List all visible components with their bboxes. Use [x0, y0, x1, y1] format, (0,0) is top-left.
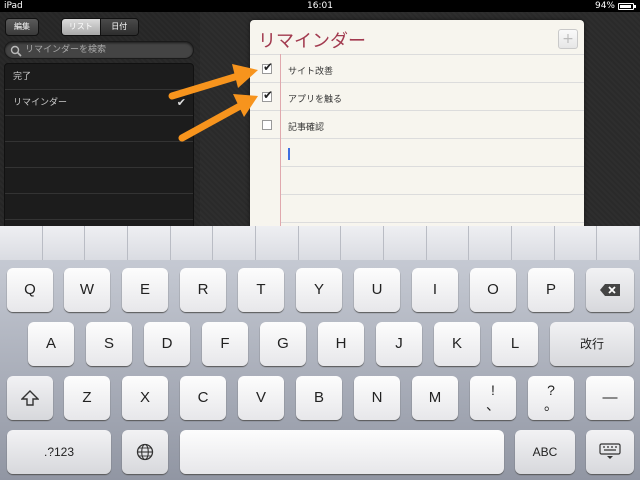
edit-button[interactable]: 編集	[5, 18, 39, 36]
margin-line	[280, 54, 281, 230]
list-item-empty	[5, 168, 193, 194]
key-q[interactable]: Q	[7, 268, 53, 312]
view-segmented-control: リスト 日付	[61, 18, 139, 36]
shift-key[interactable]	[7, 376, 53, 420]
key-j[interactable]: J	[376, 322, 422, 366]
list-item-empty	[5, 116, 193, 142]
task-text[interactable]: 記事確認	[288, 120, 324, 133]
backspace-icon	[600, 284, 620, 296]
key-dash[interactable]: —	[586, 376, 634, 420]
check-icon: ✔	[263, 88, 274, 102]
conversion-bar	[0, 226, 640, 260]
list-item-reminders[interactable]: リマインダー ✔	[5, 90, 193, 116]
search-placeholder: リマインダーを検索	[25, 45, 107, 55]
backspace-key[interactable]	[586, 268, 634, 312]
key-v[interactable]: V	[238, 376, 284, 420]
return-key[interactable]: 改行	[550, 322, 634, 366]
key-x[interactable]: X	[122, 376, 168, 420]
key-c[interactable]: C	[180, 376, 226, 420]
key-y[interactable]: Y	[296, 268, 342, 312]
tab-date[interactable]: 日付	[99, 19, 138, 35]
key-f[interactable]: F	[202, 322, 248, 366]
battery-status: 94%	[594, 0, 636, 12]
task-checkbox[interactable]: ✔	[262, 60, 273, 74]
rule-line	[250, 54, 584, 55]
status-bar: iPad 16:01 94%	[0, 0, 640, 12]
key-k[interactable]: K	[434, 322, 480, 366]
rule-line	[280, 222, 584, 223]
key-lower-char: 、	[486, 397, 500, 413]
rule-line	[250, 82, 584, 83]
key-u[interactable]: U	[354, 268, 400, 312]
globe-icon	[136, 443, 154, 461]
key-z[interactable]: Z	[64, 376, 110, 420]
key-h[interactable]: H	[318, 322, 364, 366]
rule-line	[280, 194, 584, 195]
list-item-completed[interactable]: 完了	[5, 64, 193, 90]
key-r[interactable]: R	[180, 268, 226, 312]
search-icon	[10, 45, 22, 57]
key-d[interactable]: D	[144, 322, 190, 366]
page-title: リマインダー	[258, 31, 366, 52]
key-l[interactable]: L	[492, 322, 538, 366]
list-item-label: 完了	[13, 72, 32, 82]
key-t[interactable]: T	[238, 268, 284, 312]
checkmark-icon: ✔	[176, 96, 186, 109]
key-lower-char: 。	[544, 397, 558, 413]
key-s[interactable]: S	[86, 322, 132, 366]
key-a[interactable]: A	[28, 322, 74, 366]
shift-icon	[21, 390, 39, 406]
rule-line	[250, 138, 584, 139]
key-upper-char: ?	[547, 382, 555, 398]
key-n[interactable]: N	[354, 376, 400, 420]
onscreen-keyboard: Q W E R T Y U I O P A S D F G H J K L 改行…	[0, 226, 640, 480]
key-e[interactable]: E	[122, 268, 168, 312]
key-question-period[interactable]: ? 。	[528, 376, 574, 420]
list-item-empty	[5, 142, 193, 168]
list-item-empty	[5, 194, 193, 220]
task-text[interactable]: アプリを触る	[288, 92, 342, 105]
clock: 16:01	[307, 1, 333, 11]
numbers-key[interactable]: .?123	[7, 430, 111, 474]
globe-key[interactable]	[122, 430, 168, 474]
key-i[interactable]: I	[412, 268, 458, 312]
key-o[interactable]: O	[470, 268, 516, 312]
text-cursor	[288, 148, 290, 160]
key-w[interactable]: W	[64, 268, 110, 312]
abc-key[interactable]: ABC	[515, 430, 575, 474]
rule-line	[280, 166, 584, 167]
rule-line	[250, 110, 584, 111]
key-exclamation-comma[interactable]: ! 、	[470, 376, 516, 420]
task-checkbox[interactable]	[262, 120, 272, 130]
task-checkbox[interactable]: ✔	[262, 88, 273, 102]
space-key[interactable]	[180, 430, 504, 474]
key-m[interactable]: M	[412, 376, 458, 420]
search-input[interactable]: リマインダーを検索	[4, 41, 194, 59]
key-upper-char: !	[491, 382, 495, 398]
check-icon: ✔	[263, 60, 274, 74]
key-g[interactable]: G	[260, 322, 306, 366]
lists-sidebar: 編集 リスト 日付 リマインダーを検索 完了 リマインダー ✔	[0, 12, 200, 230]
key-p[interactable]: P	[528, 268, 574, 312]
list-item-label: リマインダー	[13, 98, 68, 108]
reminder-sheet: リマインダー + ✔ サイト改善 ✔ アプリを触る 記事確認	[250, 20, 584, 230]
battery-percent: 94%	[594, 1, 615, 11]
add-reminder-button[interactable]: +	[558, 29, 578, 49]
reminder-lists: 完了 リマインダー ✔	[4, 63, 194, 230]
keyboard-dismiss-icon	[599, 443, 621, 459]
key-b[interactable]: B	[296, 376, 342, 420]
dismiss-keyboard-key[interactable]	[586, 430, 634, 474]
task-text[interactable]: サイト改善	[288, 64, 333, 77]
tab-list[interactable]: リスト	[62, 19, 100, 35]
battery-icon	[618, 2, 636, 10]
